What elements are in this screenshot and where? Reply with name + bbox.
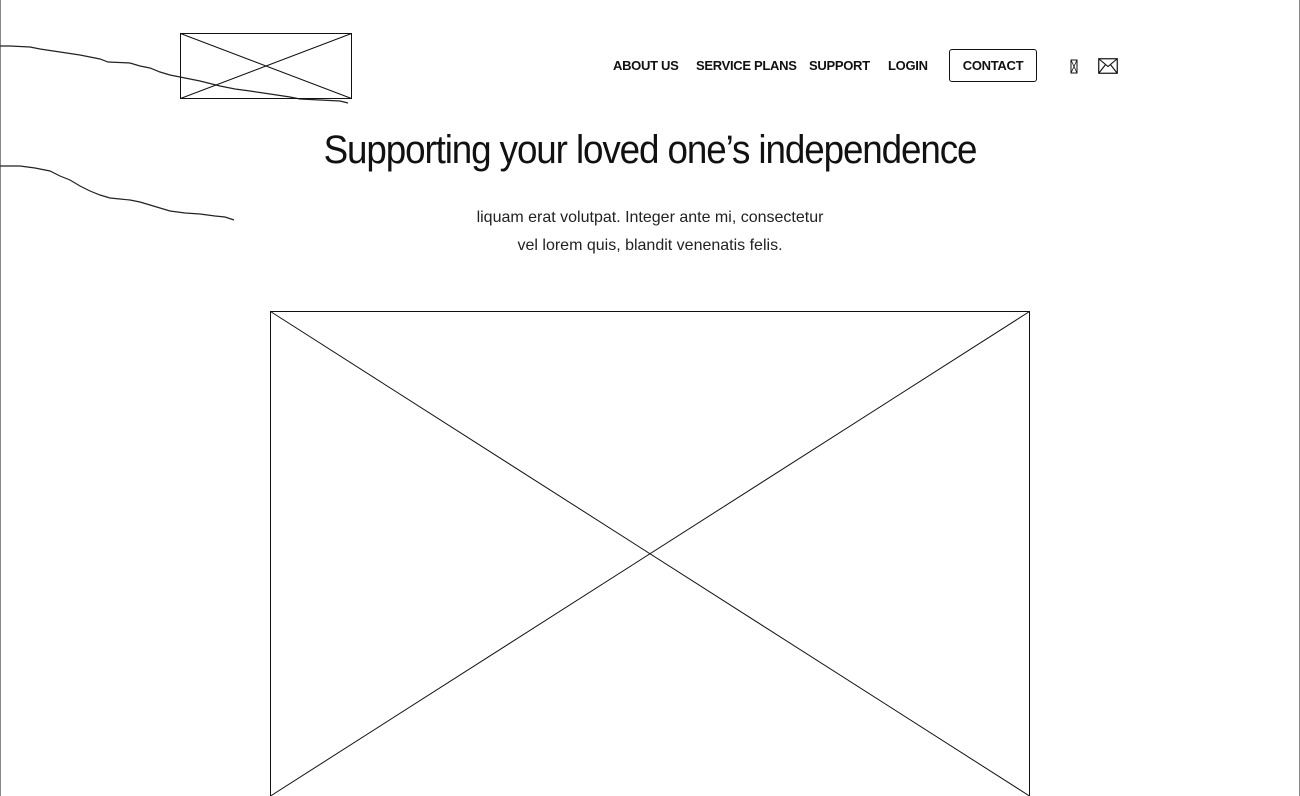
mail-icon[interactable] <box>1098 58 1118 74</box>
nav-support[interactable]: SUPPORT <box>809 58 870 73</box>
nav-service-plans[interactable]: SERVICE PLANS <box>696 58 797 73</box>
page-border-left <box>0 0 1 796</box>
hero-subtitle-line-1: liquam erat volutpat. Integer ante mi, c… <box>476 209 824 226</box>
hero-title: Supporting your loved one’s independence <box>323 128 978 172</box>
hero-subtitle: liquam erat volutpat. Integer ante mi, c… <box>0 204 1300 260</box>
phone-icon[interactable] <box>1069 59 1079 74</box>
logo[interactable] <box>180 33 352 99</box>
contact-button[interactable]: CONTACT <box>949 49 1037 82</box>
nav-about-us[interactable]: ABOUT US <box>613 58 679 73</box>
image-placeholder-icon <box>180 33 352 99</box>
hero-image <box>270 311 1030 796</box>
image-placeholder-icon <box>270 311 1030 796</box>
nav-login[interactable]: LOGIN <box>888 58 928 73</box>
hero-subtitle-line-2: vel lorem quis, blandit venenatis felis. <box>517 237 783 254</box>
